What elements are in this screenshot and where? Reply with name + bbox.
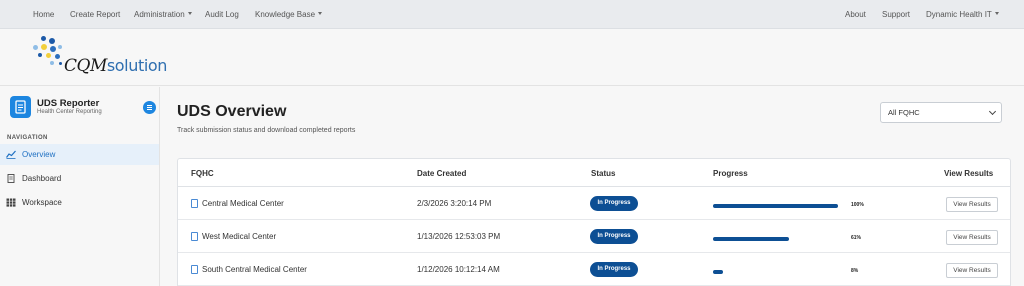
nav-knowledge-base-dropdown[interactable]: Knowledge Base (255, 0, 323, 29)
column-header-date-created: Date Created (417, 169, 467, 178)
sidebar-item-dashboard[interactable]: Dashboard (0, 168, 159, 189)
sidebar-item-workspace[interactable]: Workspace (0, 192, 159, 213)
sidebar-item-label: Dashboard (22, 174, 62, 183)
nav-home-link[interactable]: Home (33, 0, 54, 29)
status-badge: In Progress (590, 262, 638, 277)
nav-support-link[interactable]: Support (882, 0, 910, 29)
nav-audit-log-label: Audit Log (205, 10, 239, 19)
progress-bar (713, 270, 723, 274)
file-icon (191, 199, 198, 208)
nav-create-report-label: Create Report (70, 10, 121, 19)
logo-wordmark: CQMsolution (64, 56, 167, 76)
progress-percent: 61% (851, 235, 862, 241)
logo-prefix: CQM (64, 56, 107, 76)
cqm-logo[interactable]: CQMsolution (31, 34, 171, 82)
top-navbar: Home Create Report Administration Audit … (0, 0, 1024, 29)
progress-percent: 8% (851, 268, 859, 274)
fqhc-filter-value: All FQHC (888, 108, 920, 117)
column-header-status: Status (591, 169, 616, 178)
logo-bar: CQMsolution (0, 29, 1024, 86)
date-created: 1/13/2026 12:53:03 PM (417, 232, 501, 241)
date-created: 1/12/2026 10:12:14 AM (417, 265, 500, 274)
page-title: UDS Overview (177, 103, 287, 120)
table-row: Central Medical Center 2/3/2026 3:20:14 … (178, 187, 1010, 220)
table-row: South Central Medical Center 1/12/2026 1… (178, 253, 1010, 286)
nav-administration-label: Administration (134, 10, 185, 19)
view-results-button[interactable]: View Results (946, 263, 998, 278)
progress-percent: 100% (851, 202, 864, 208)
sidebar: UDS Reporter Health Center Reporting NAV… (0, 87, 160, 286)
caret-down-icon (318, 12, 323, 16)
fqhc-filter-select[interactable]: All FQHC (880, 102, 1002, 123)
chevron-down-icon (988, 107, 997, 116)
file-icon (191, 232, 198, 241)
logo-suffix: solution (106, 56, 168, 75)
status-badge: In Progress (590, 229, 638, 244)
nav-home-label: Home (33, 10, 55, 19)
fqhc-name[interactable]: Central Medical Center (202, 199, 284, 208)
nav-administration-dropdown[interactable]: Administration (134, 0, 192, 29)
document-icon (7, 174, 15, 183)
page-subtitle: Track submission status and download com… (177, 127, 356, 134)
view-results-button[interactable]: View Results (946, 230, 998, 245)
nav-audit-log-link[interactable]: Audit Log (205, 0, 239, 29)
view-results-button[interactable]: View Results (946, 197, 998, 212)
uds-table: FQHC Date Created Status Progress View R… (177, 158, 1011, 286)
sidebar-app-title: UDS Reporter (37, 98, 100, 109)
nav-create-report-link[interactable]: Create Report (70, 0, 120, 29)
table-row: West Medical Center 1/13/2026 12:53:03 P… (178, 220, 1010, 253)
progress-bar (713, 204, 838, 208)
caret-down-icon (994, 12, 999, 16)
sidebar-item-overview[interactable]: Overview (0, 144, 159, 165)
chart-line-icon (6, 150, 16, 159)
sidebar-toggle-button[interactable] (143, 101, 156, 114)
sidebar-item-label: Overview (22, 150, 56, 159)
date-created: 2/3/2026 3:20:14 PM (417, 199, 492, 208)
sidebar-item-label: Workspace (22, 198, 62, 207)
sidebar-section-heading: NAVIGATION (7, 135, 48, 141)
nav-about-link[interactable]: About (845, 0, 866, 29)
menu-icon (147, 105, 152, 110)
fqhc-name[interactable]: West Medical Center (202, 232, 276, 241)
nav-support-label: Support (882, 10, 911, 19)
progress-bar (713, 237, 789, 241)
column-header-progress: Progress (713, 169, 748, 178)
file-icon (191, 265, 198, 274)
nav-knowledge-base-label: Knowledge Base (255, 10, 316, 19)
column-header-fqhc: FQHC (191, 169, 214, 178)
nav-account-dropdown[interactable]: Dynamic Health IT (926, 0, 999, 29)
fqhc-name[interactable]: South Central Medical Center (202, 265, 307, 274)
column-header-view-results: View Results (944, 169, 994, 178)
main-content: UDS Overview Track submission status and… (160, 87, 1024, 286)
caret-down-icon (187, 12, 192, 16)
nav-account-label: Dynamic Health IT (926, 10, 992, 19)
grid-icon (6, 198, 16, 207)
status-badge: In Progress (590, 196, 638, 211)
report-app-icon (10, 96, 31, 118)
nav-about-label: About (845, 10, 866, 19)
sidebar-app-subtitle: Health Center Reporting (37, 109, 102, 115)
table-header: FQHC Date Created Status Progress View R… (178, 159, 1010, 187)
